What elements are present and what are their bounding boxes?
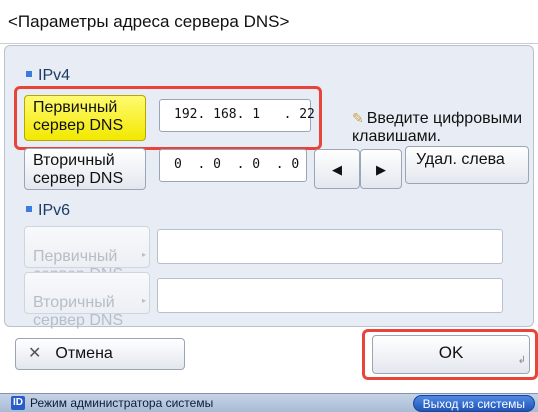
ipv4-label: IPv4 (38, 67, 71, 84)
corner-arrow-icon: ▸ (141, 296, 146, 305)
cancel-label: Отмена (55, 345, 113, 362)
ipv6-secondary-dns-field[interactable] (157, 278, 503, 313)
left-arrow-icon: ◀ (332, 162, 342, 177)
admin-id-icon: ID (11, 396, 25, 410)
ipv6-secondary-label: Вторичный сервер DNS (33, 294, 124, 329)
admin-mode-text: Режим администратора системы (30, 396, 214, 410)
ok-label: OK (438, 343, 464, 362)
ipv4-section-label: IPv4 (26, 67, 70, 85)
page-title: <Параметры адреса сервера DNS> (0, 0, 538, 44)
bullet-icon (26, 70, 32, 77)
ok-button[interactable]: OK ↲ (372, 335, 530, 374)
status-bar: ID Режим администратора системы Выход из… (0, 393, 538, 412)
corner-arrow-icon: ▸ (141, 250, 146, 259)
ipv4-secondary-dns-field[interactable]: 0 . 0 . 0 . 0 (159, 149, 307, 182)
ipv6-section-label: IPv6 (26, 202, 70, 220)
cursor-left-button[interactable]: ◀ (314, 149, 360, 189)
ipv4-primary-dns-button[interactable]: Первичный сервер DNS (24, 95, 146, 141)
enter-corner-icon: ↲ (517, 355, 526, 366)
ipv6-label: IPv6 (38, 202, 71, 219)
ipv6-primary-dns-button[interactable]: Первичный сервер DNS▸ (24, 226, 150, 283)
ipv6-secondary-dns-button[interactable]: Вторичный сервер DNS ▸ (24, 272, 150, 329)
right-arrow-icon: ▶ (376, 162, 386, 177)
keypad-hint-icon: ✎ (352, 110, 364, 126)
ipv4-primary-dns-field[interactable]: 192. 168. 1 . 22 (159, 99, 315, 132)
bullet-icon (26, 205, 32, 212)
ipv6-primary-dns-field[interactable] (157, 229, 503, 264)
delete-left-button[interactable]: Удал. слева (405, 146, 529, 184)
logout-button[interactable]: Выход из системы (412, 395, 535, 412)
hint-label: Введите цифровыми клавишами. (352, 110, 523, 145)
cursor-right-button[interactable]: ▶ (360, 149, 402, 189)
cancel-button[interactable]: ✕ Отмена (15, 338, 185, 370)
close-icon: ✕ (28, 345, 42, 362)
hint-text: ✎ Введите цифровыми клавишами. (352, 91, 522, 146)
ipv4-secondary-dns-button[interactable]: Вторичный сервер DNS (24, 148, 146, 190)
